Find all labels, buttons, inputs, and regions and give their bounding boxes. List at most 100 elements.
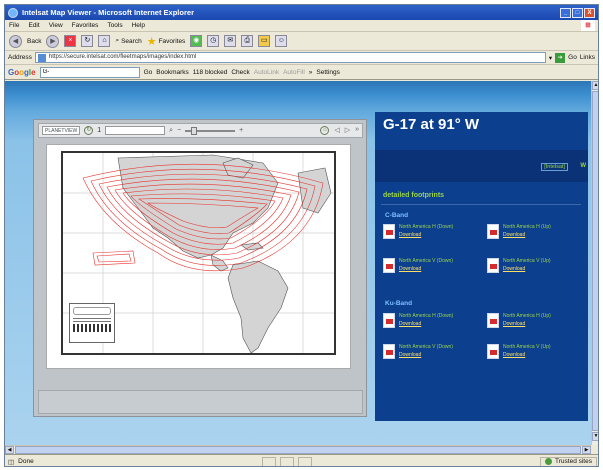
page-icon xyxy=(37,53,46,62)
footprint-map[interactable] xyxy=(61,151,336,355)
window-title: Intelsat Map Viewer - Microsoft Internet… xyxy=(22,8,194,17)
download-link[interactable]: Download xyxy=(503,266,551,272)
pdf-icon xyxy=(383,344,395,359)
menu-favorites[interactable]: Favorites xyxy=(72,22,99,29)
scroll-left-icon[interactable]: ◀ xyxy=(5,446,14,454)
download-item[interactable]: North America V (Up) Download xyxy=(487,258,582,278)
search-button[interactable]: ⌕ Search xyxy=(115,37,141,45)
search-icon: ⌕ xyxy=(115,37,120,44)
folder-icon[interactable]: ▭ xyxy=(258,35,271,47)
forward-icon[interactable]: ▶ xyxy=(46,34,60,48)
download-name: North America H (Up) xyxy=(503,224,551,230)
go-button[interactable]: Go xyxy=(568,54,577,61)
menu-bar: File Edit View Favorites Tools Help ⊞ xyxy=(5,20,598,32)
download-name: North America V (Down) xyxy=(399,258,453,264)
viewer-more-button[interactable]: » xyxy=(355,126,359,135)
pdf-icon xyxy=(487,344,499,359)
map-legend xyxy=(69,303,115,343)
page-done-icon: ◫ xyxy=(8,458,15,466)
download-name: North America V (Up) xyxy=(503,344,551,350)
mail-icon[interactable]: ✉ xyxy=(224,35,237,47)
back-icon[interactable]: ◀ xyxy=(9,34,22,48)
menu-view[interactable]: View xyxy=(49,22,63,29)
favorites-button[interactable]: ★ Favorites xyxy=(147,35,186,48)
menu-tools[interactable]: Tools xyxy=(107,22,122,29)
download-item[interactable]: North America V (Up) Download xyxy=(487,344,582,364)
download-link[interactable]: Download xyxy=(503,232,551,238)
download-item[interactable]: North America V (Down) Download xyxy=(383,344,478,364)
zoom-plus[interactable]: + xyxy=(239,127,243,134)
horizontal-scroll-thumb[interactable] xyxy=(15,446,581,454)
maximize-button[interactable]: □ xyxy=(572,7,583,18)
legend-line xyxy=(73,321,111,322)
window-controls: _ □ X xyxy=(560,7,595,18)
viewer-home-icon[interactable]: ⌂ xyxy=(320,126,330,135)
vertical-scroll-thumb[interactable] xyxy=(592,91,598,431)
spellcheck-button[interactable]: Check xyxy=(231,69,249,76)
scroll-down-icon[interactable]: ▼ xyxy=(592,432,598,441)
security-zone: Trusted sites xyxy=(540,456,597,466)
download-link[interactable]: Download xyxy=(399,266,453,272)
autolink-button[interactable]: AutoLink xyxy=(254,69,279,76)
satellite-title: G-17 at 91° W xyxy=(383,116,480,133)
google-settings-button[interactable]: Settings xyxy=(316,69,340,76)
download-item[interactable]: North America H (Down) Download xyxy=(383,313,478,333)
download-name: North America H (Down) xyxy=(399,224,454,230)
menu-help[interactable]: Help xyxy=(132,22,145,29)
go-icon[interactable]: ➔ xyxy=(555,52,566,63)
download-item[interactable]: North America V (Down) Download xyxy=(383,258,478,278)
download-link[interactable]: Download xyxy=(503,352,551,358)
title-bar: Intelsat Map Viewer - Microsoft Internet… xyxy=(5,5,598,20)
search-label: Search xyxy=(121,37,142,45)
download-item[interactable]: North America H (Down) Download xyxy=(383,224,478,244)
banner-link[interactable]: [Intelsat] xyxy=(541,163,568,171)
zoom-minus[interactable]: − xyxy=(177,127,181,134)
download-link[interactable]: Download xyxy=(399,352,453,358)
minimize-button[interactable]: _ xyxy=(560,7,571,18)
map-page xyxy=(46,144,351,369)
download-link[interactable]: Download xyxy=(399,321,453,327)
scroll-up-icon[interactable]: ▲ xyxy=(592,81,598,90)
google-bookmarks-button[interactable]: Bookmarks xyxy=(156,69,189,76)
address-dropdown-icon[interactable]: ▾ xyxy=(549,54,552,62)
toolbar-more-button[interactable]: » xyxy=(309,69,313,76)
zoom-out-icon[interactable]: ⌕ xyxy=(169,127,173,135)
autofill-button[interactable]: AutoFill xyxy=(283,69,305,76)
horizontal-scrollbar[interactable]: ◀ ▶ xyxy=(5,445,591,454)
history-icon[interactable]: ◷ xyxy=(207,35,220,47)
popup-blocker-button[interactable]: 118 blocked xyxy=(193,69,228,76)
close-button[interactable]: X xyxy=(584,7,595,18)
pdf-icon xyxy=(487,313,499,328)
media-icon[interactable]: ◉ xyxy=(190,35,203,47)
viewer-nav: ⌂ ◁ ▷ » xyxy=(320,126,359,135)
refresh-icon[interactable]: ↻ xyxy=(81,35,94,47)
standard-toolbar: ◀ Back ▶ × ↻ ⌂ ⌕ Search ★ Favorites ◉ ◷ … xyxy=(5,32,598,51)
back-label[interactable]: Back xyxy=(27,38,41,45)
download-link[interactable]: Download xyxy=(399,232,453,238)
viewer-prev-button[interactable]: ◁ xyxy=(334,126,339,135)
print-icon[interactable]: ⎙ xyxy=(241,35,254,47)
links-button[interactable]: Links xyxy=(580,54,595,61)
page-indicator: 1 xyxy=(97,127,102,134)
pdf-icon xyxy=(383,258,395,273)
messenger-icon[interactable]: ☺ xyxy=(275,35,288,47)
zoom-slider-knob[interactable] xyxy=(191,126,198,135)
zoom-slider[interactable] xyxy=(185,126,236,135)
section-divider xyxy=(381,204,581,205)
stop-icon[interactable]: × xyxy=(64,35,77,47)
page-number-field[interactable] xyxy=(105,126,166,135)
google-go-button[interactable]: Go xyxy=(144,69,153,76)
menu-edit[interactable]: Edit xyxy=(28,22,39,29)
download-item[interactable]: North America H (Up) Download xyxy=(487,224,582,244)
download-link[interactable]: Download xyxy=(503,321,551,327)
download-item[interactable]: North America H (Up) Download xyxy=(487,313,582,333)
menu-file[interactable]: File xyxy=(9,22,19,29)
google-search-input[interactable] xyxy=(39,66,140,78)
vertical-scrollbar[interactable]: ▲ ▼ xyxy=(591,81,598,445)
scroll-right-icon[interactable]: ▶ xyxy=(582,446,591,454)
viewer-next-button[interactable]: ▷ xyxy=(345,126,350,135)
home-icon[interactable]: ⌂ xyxy=(98,35,111,47)
pdf-icon xyxy=(383,313,395,328)
address-input[interactable]: https://secure.intelsat.com/fleetmaps/im… xyxy=(34,52,546,63)
viewer-refresh-icon[interactable]: ↻ xyxy=(84,126,94,135)
